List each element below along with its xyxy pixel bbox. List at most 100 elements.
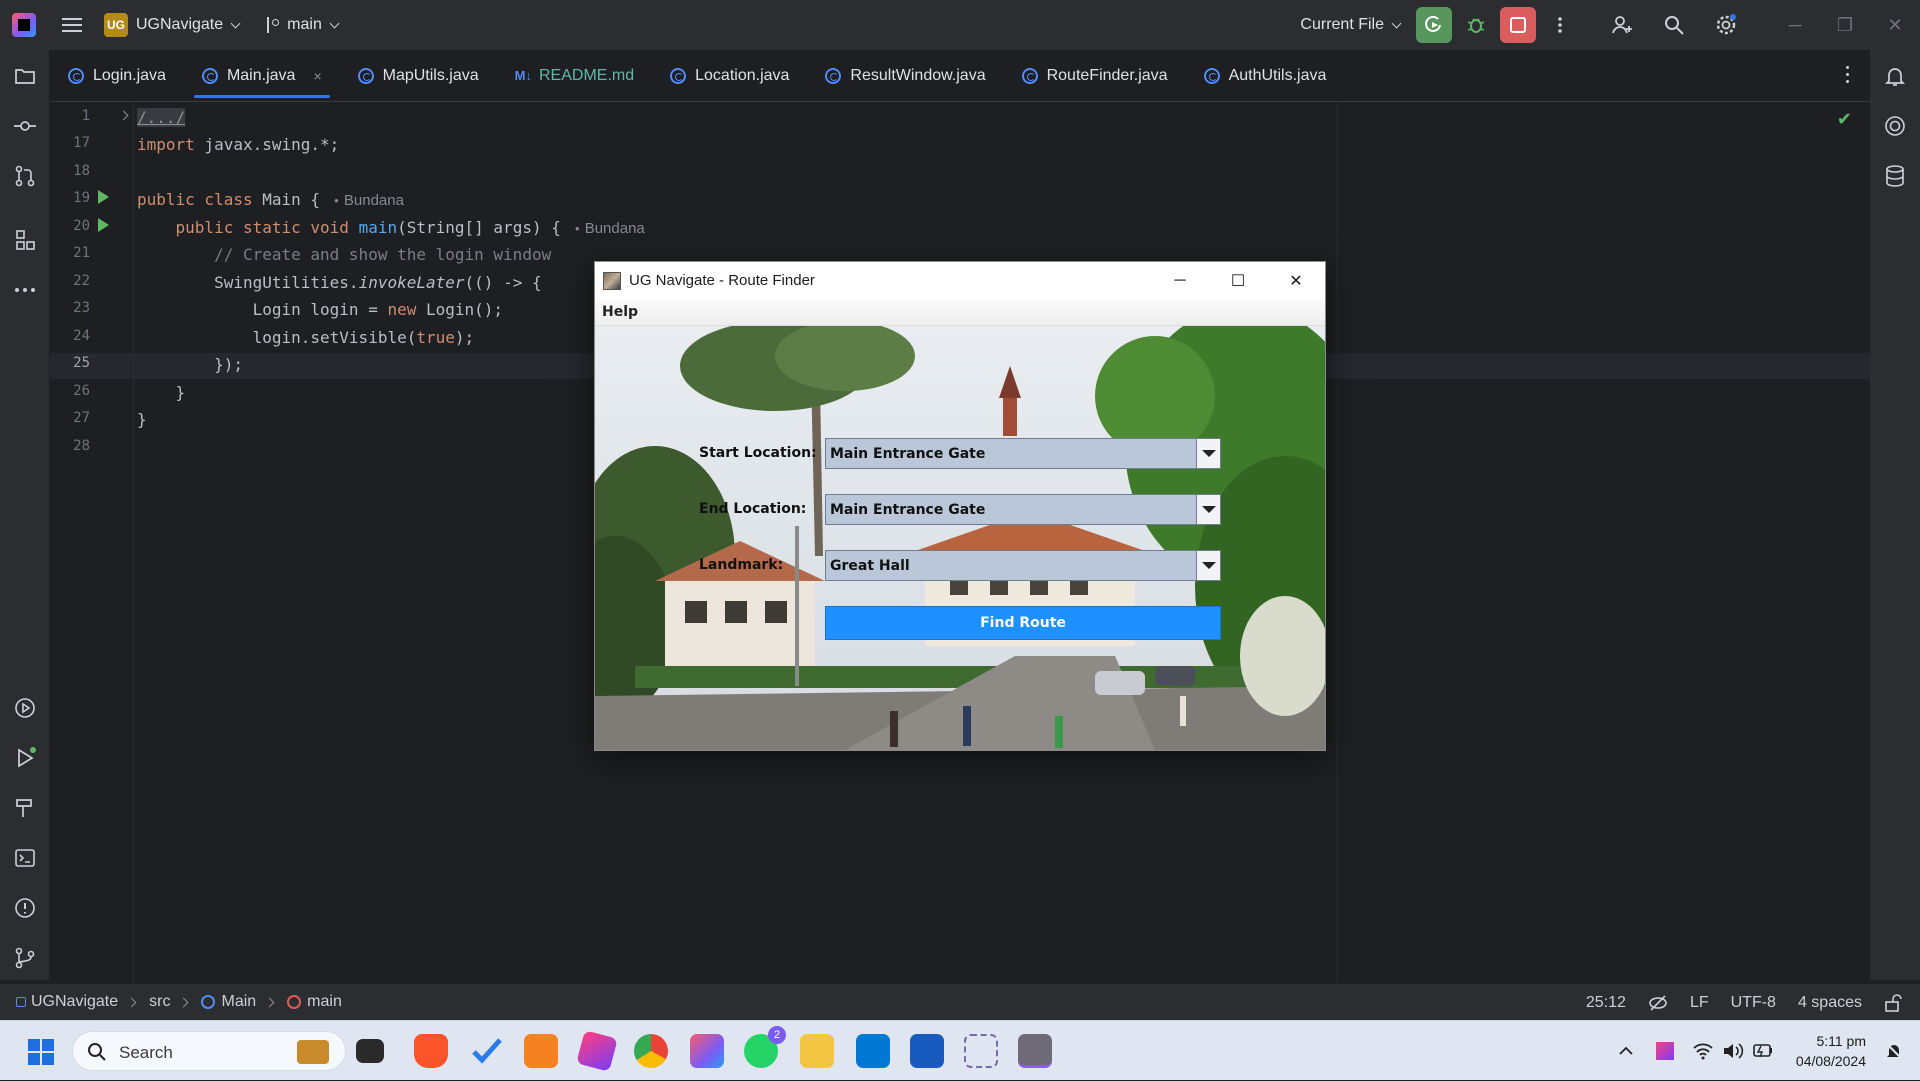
- build-hammer-icon[interactable]: [13, 796, 37, 820]
- indent-setting[interactable]: 4 spaces: [1798, 994, 1862, 1012]
- run-config-label: Current File: [1300, 16, 1384, 33]
- run-main-gutter-icon[interactable]: [98, 218, 109, 232]
- services-icon[interactable]: [13, 696, 37, 720]
- volume-icon[interactable]: [1722, 1041, 1744, 1061]
- tab-label: Location.java: [695, 66, 790, 84]
- end-location-combo[interactable]: Main Entrance Gate: [825, 494, 1221, 525]
- restore-window-button[interactable]: ❐: [1820, 0, 1870, 50]
- menu-help[interactable]: Help: [602, 304, 638, 320]
- breadcrumb-item[interactable]: Main: [221, 993, 256, 1011]
- structure-icon[interactable]: [13, 228, 37, 252]
- close-window-button[interactable]: ✕: [1870, 0, 1920, 50]
- run-tool-icon[interactable]: [13, 746, 37, 770]
- lock-open-icon[interactable]: [1884, 993, 1902, 1012]
- code-with-me-button[interactable]: [1604, 7, 1640, 43]
- tab-routefinder-java[interactable]: RouteFinder.java: [1004, 50, 1186, 102]
- chevron-down-icon[interactable]: [1196, 495, 1220, 524]
- code-author-hint[interactable]: Bundana: [334, 192, 404, 209]
- notifications-bell-icon[interactable]: [1883, 64, 1907, 88]
- word-icon[interactable]: [910, 1034, 944, 1068]
- ai-assistant-icon[interactable]: [1883, 114, 1907, 138]
- tab-label: README.md: [539, 66, 635, 84]
- task-view-icon[interactable]: [356, 1039, 384, 1063]
- app-cube-icon[interactable]: [576, 1030, 618, 1072]
- tab-readme-md[interactable]: M↓ README.md: [497, 50, 652, 102]
- run-class-gutter-icon[interactable]: [98, 190, 109, 204]
- tab-authutils-java[interactable]: AuthUtils.java: [1186, 50, 1345, 102]
- route-finder-titlebar[interactable]: UG Navigate - Route Finder ─ ☐ ✕: [595, 262, 1325, 299]
- tab-maputils-java[interactable]: MapUtils.java: [340, 50, 497, 102]
- caret-position[interactable]: 25:12: [1586, 994, 1626, 1012]
- battery-icon[interactable]: [1752, 1042, 1774, 1060]
- taskbar-search[interactable]: Search: [72, 1031, 346, 1071]
- windows-start-icon[interactable]: [28, 1039, 54, 1065]
- tray-app-icon[interactable]: [1656, 1042, 1674, 1060]
- java-app-taskbar-icon[interactable]: [1018, 1034, 1052, 1068]
- whatsapp-icon[interactable]: 2: [744, 1026, 786, 1068]
- file-encoding[interactable]: UTF-8: [1731, 994, 1776, 1012]
- run-config-selector[interactable]: Current File: [1300, 16, 1402, 34]
- rerun-button[interactable]: [1416, 7, 1452, 43]
- chevron-down-icon[interactable]: [1196, 439, 1220, 468]
- code-author-hint[interactable]: Bundana: [575, 220, 645, 237]
- minimize-button[interactable]: ─: [1151, 262, 1209, 299]
- system-clock[interactable]: 5:11 pm 04/08/2024: [1796, 1031, 1866, 1071]
- database-icon[interactable]: [1883, 164, 1907, 188]
- project-name[interactable]: UGNavigate: [136, 16, 223, 34]
- xampp-icon[interactable]: [524, 1034, 558, 1068]
- chevron-down-icon[interactable]: [230, 18, 241, 28]
- more-actions-button[interactable]: [1542, 7, 1578, 43]
- stop-button[interactable]: [1500, 7, 1536, 43]
- start-location-combo[interactable]: Main Entrance Gate: [825, 438, 1221, 469]
- inspection-eye-icon[interactable]: [1648, 994, 1668, 1012]
- tab-list-more-icon[interactable]: [1846, 66, 1850, 84]
- pull-requests-icon[interactable]: [13, 164, 37, 188]
- todo-check-icon[interactable]: [470, 1034, 504, 1068]
- settings-button[interactable]: [1708, 7, 1744, 43]
- intellij-icon[interactable]: [690, 1034, 724, 1068]
- close-tab-icon[interactable]: ×: [313, 68, 321, 84]
- code-line-21: // Create and show the login window: [137, 245, 551, 264]
- status-bar: UGNavigate src Main main 25:12 LF UTF-8 …: [0, 983, 1920, 1020]
- minimize-window-button[interactable]: ─: [1770, 0, 1820, 50]
- tab-resultwindow-java[interactable]: ResultWindow.java: [807, 50, 1003, 102]
- main-menu-icon[interactable]: [62, 18, 82, 32]
- folded-imports[interactable]: /.../: [137, 108, 186, 127]
- brave-browser-icon[interactable]: [414, 1034, 448, 1068]
- tab-login-java[interactable]: Login.java: [50, 50, 184, 102]
- clock-time: 5:11 pm: [1816, 1033, 1866, 1049]
- landmark-combo[interactable]: Great Hall: [825, 550, 1221, 581]
- commit-icon[interactable]: [13, 114, 37, 138]
- search-everywhere-button[interactable]: [1656, 7, 1692, 43]
- line-separator[interactable]: LF: [1690, 994, 1709, 1012]
- left-tool-strip: [0, 50, 50, 980]
- more-tools-icon[interactable]: [13, 278, 37, 302]
- chevron-up-icon[interactable]: [1618, 1043, 1634, 1059]
- chevron-down-icon[interactable]: [1196, 551, 1220, 580]
- maximize-button[interactable]: ☐: [1209, 262, 1267, 299]
- vscode-icon[interactable]: [856, 1034, 890, 1068]
- code-line-25: });: [137, 355, 243, 374]
- terminal-icon[interactable]: [13, 846, 37, 870]
- debug-button[interactable]: [1458, 7, 1494, 43]
- breadcrumb-item[interactable]: UGNavigate: [31, 993, 118, 1011]
- chrome-icon[interactable]: [634, 1034, 668, 1068]
- breadcrumb-item[interactable]: src: [149, 993, 170, 1011]
- tab-label: Login.java: [93, 66, 166, 84]
- tab-location-java[interactable]: Location.java: [652, 50, 807, 102]
- wifi-icon[interactable]: [1692, 1041, 1714, 1061]
- find-route-button[interactable]: Find Route: [825, 606, 1221, 640]
- breadcrumb-item[interactable]: main: [307, 993, 342, 1011]
- fold-expand-icon[interactable]: [118, 110, 129, 121]
- close-button[interactable]: ✕: [1267, 262, 1325, 299]
- file-explorer-icon[interactable]: [800, 1034, 834, 1068]
- problems-icon[interactable]: [13, 896, 37, 920]
- line-number-gutter: 1 17 18 19 20 21 22 23 24 25 26 27 28: [50, 103, 134, 983]
- project-folder-icon[interactable]: [13, 64, 37, 88]
- snipping-tool-icon[interactable]: [964, 1034, 998, 1068]
- project-badge[interactable]: UG: [104, 13, 128, 37]
- branch-selector[interactable]: main: [265, 16, 340, 34]
- git-icon[interactable]: [13, 946, 37, 970]
- notification-bell-icon[interactable]: [1884, 1041, 1904, 1061]
- tab-main-java[interactable]: Main.java ×: [184, 50, 340, 102]
